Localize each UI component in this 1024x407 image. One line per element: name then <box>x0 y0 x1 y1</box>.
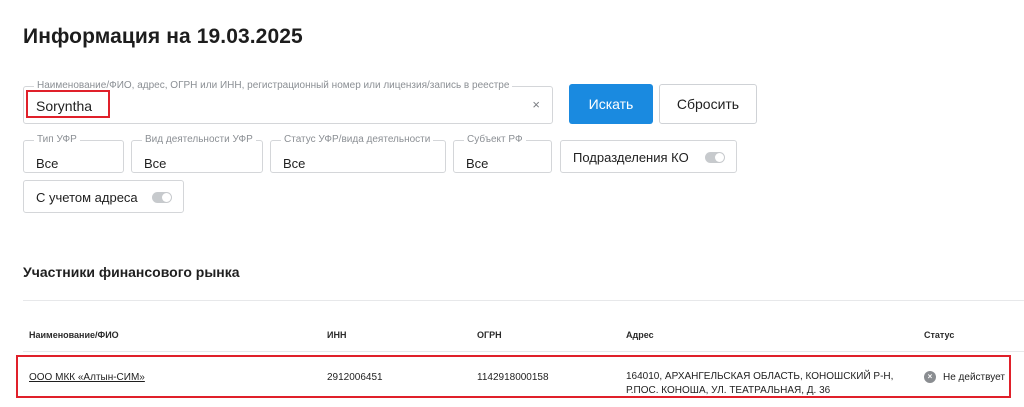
clear-icon[interactable]: × <box>532 98 540 112</box>
filter-region-value: Все <box>466 156 489 171</box>
divisions-toggle-label: Подразделения КО <box>573 150 689 165</box>
page-title: Информация на 19.03.2025 <box>23 25 303 48</box>
column-header-name[interactable]: Наименование/ФИО <box>29 330 119 340</box>
column-header-inn[interactable]: ИНН <box>327 330 346 340</box>
address-toggle-label: С учетом адреса <box>36 190 138 205</box>
address-toggle-box: С учетом адреса <box>23 180 184 213</box>
search-value-highlight <box>26 90 110 118</box>
filter-ufr-type-legend: Тип УФР <box>34 134 80 146</box>
column-header-address[interactable]: Адрес <box>626 330 654 340</box>
section-divider <box>23 300 1024 301</box>
filter-status[interactable]: Статус УФР/вида деятельности Все <box>270 134 446 173</box>
filter-ufr-type-value: Все <box>36 156 59 171</box>
filter-region-legend: Субъект РФ <box>464 134 526 146</box>
search-button[interactable]: Искать <box>569 84 653 124</box>
divisions-toggle-box: Подразделения КО <box>560 140 737 173</box>
address-toggle-switch[interactable] <box>152 192 172 203</box>
filter-status-legend: Статус УФР/вида деятельности <box>281 134 434 146</box>
filter-status-value: Все <box>283 156 306 171</box>
filter-activity-type-value: Все <box>144 156 167 171</box>
column-header-ogrn[interactable]: ОГРН <box>477 330 502 340</box>
filter-activity-type-legend: Вид деятельности УФР <box>142 134 256 146</box>
divisions-toggle-switch[interactable] <box>705 152 725 163</box>
reset-button[interactable]: Сбросить <box>659 84 757 124</box>
filter-ufr-type[interactable]: Тип УФР Все <box>23 134 124 173</box>
table-header-divider <box>23 351 1024 352</box>
column-header-status[interactable]: Статус <box>924 330 954 340</box>
section-title: Участники финансового рынка <box>23 264 240 280</box>
filter-activity-type[interactable]: Вид деятельности УФР Все <box>131 134 263 173</box>
filter-region[interactable]: Субъект РФ Все <box>453 134 552 173</box>
row-highlight <box>16 355 1011 398</box>
